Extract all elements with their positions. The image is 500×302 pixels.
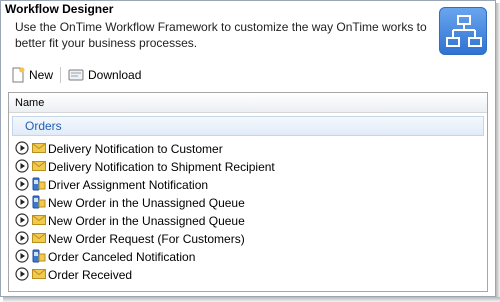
toolbar-divider bbox=[60, 67, 62, 83]
workflow-row[interactable]: Delivery Notification to Shipment Recipi… bbox=[9, 158, 487, 176]
envelope-icon bbox=[32, 232, 46, 247]
play-icon[interactable] bbox=[15, 266, 29, 284]
phone-icon bbox=[32, 177, 46, 194]
workflow-row-label: Order Received bbox=[48, 268, 133, 282]
play-icon[interactable] bbox=[15, 158, 29, 176]
workflow-row-label: Order Canceled Notification bbox=[48, 250, 196, 264]
workflow-row-label: Delivery Notification to Customer bbox=[48, 142, 223, 156]
envelope-icon bbox=[32, 160, 46, 175]
play-icon[interactable] bbox=[15, 248, 29, 266]
new-document-icon bbox=[12, 67, 25, 83]
workflow-row[interactable]: Order Received bbox=[9, 266, 487, 284]
play-icon[interactable] bbox=[15, 140, 29, 158]
group-header-orders[interactable]: Orders bbox=[12, 116, 484, 136]
workflow-row[interactable]: New Order in the Unassigned Queue bbox=[9, 212, 487, 230]
new-button[interactable]: New bbox=[7, 65, 57, 85]
download-button-label: Download bbox=[88, 68, 142, 82]
workflow-grid: Name Orders Delivery Notification to Cus… bbox=[8, 92, 488, 292]
column-header-name[interactable]: Name bbox=[9, 93, 487, 113]
phone-icon bbox=[32, 249, 46, 266]
workflow-row-label: New Order Request (For Customers) bbox=[48, 232, 245, 246]
play-icon[interactable] bbox=[15, 176, 29, 194]
workflow-row[interactable]: New Order Request (For Customers) bbox=[9, 230, 487, 248]
envelope-icon bbox=[32, 268, 46, 283]
play-icon[interactable] bbox=[15, 194, 29, 212]
workflow-row[interactable]: Driver Assignment Notification bbox=[9, 176, 487, 194]
workflow-row-label: Driver Assignment Notification bbox=[48, 178, 209, 192]
workflow-diagram-icon bbox=[439, 7, 487, 55]
workflow-list: Delivery Notification to Customer Deliver… bbox=[9, 140, 487, 284]
download-icon bbox=[68, 69, 84, 81]
page-description: Use the OnTime Workflow Framework to cus… bbox=[15, 20, 427, 50]
toolbar: New Download bbox=[7, 65, 145, 85]
play-icon[interactable] bbox=[15, 212, 29, 230]
workflow-designer-window: Workflow Designer Use the OnTime Workflo… bbox=[0, 0, 496, 297]
workflow-row-label: New Order in the Unassigned Queue bbox=[48, 214, 245, 228]
envelope-icon bbox=[32, 142, 46, 157]
workflow-row-label: Delivery Notification to Shipment Recipi… bbox=[48, 160, 275, 174]
download-button[interactable]: Download bbox=[64, 65, 145, 85]
workflow-row[interactable]: Delivery Notification to Customer bbox=[9, 140, 487, 158]
phone-icon bbox=[32, 195, 46, 212]
page-title: Workflow Designer bbox=[5, 2, 114, 16]
header: Workflow Designer Use the OnTime Workflo… bbox=[1, 1, 495, 61]
new-button-label: New bbox=[29, 68, 54, 82]
envelope-icon bbox=[32, 214, 46, 229]
workflow-row[interactable]: New Order in the Unassigned Queue bbox=[9, 194, 487, 212]
play-icon[interactable] bbox=[15, 230, 29, 248]
workflow-row-label: New Order in the Unassigned Queue bbox=[48, 196, 245, 210]
workflow-row[interactable]: Order Canceled Notification bbox=[9, 248, 487, 266]
